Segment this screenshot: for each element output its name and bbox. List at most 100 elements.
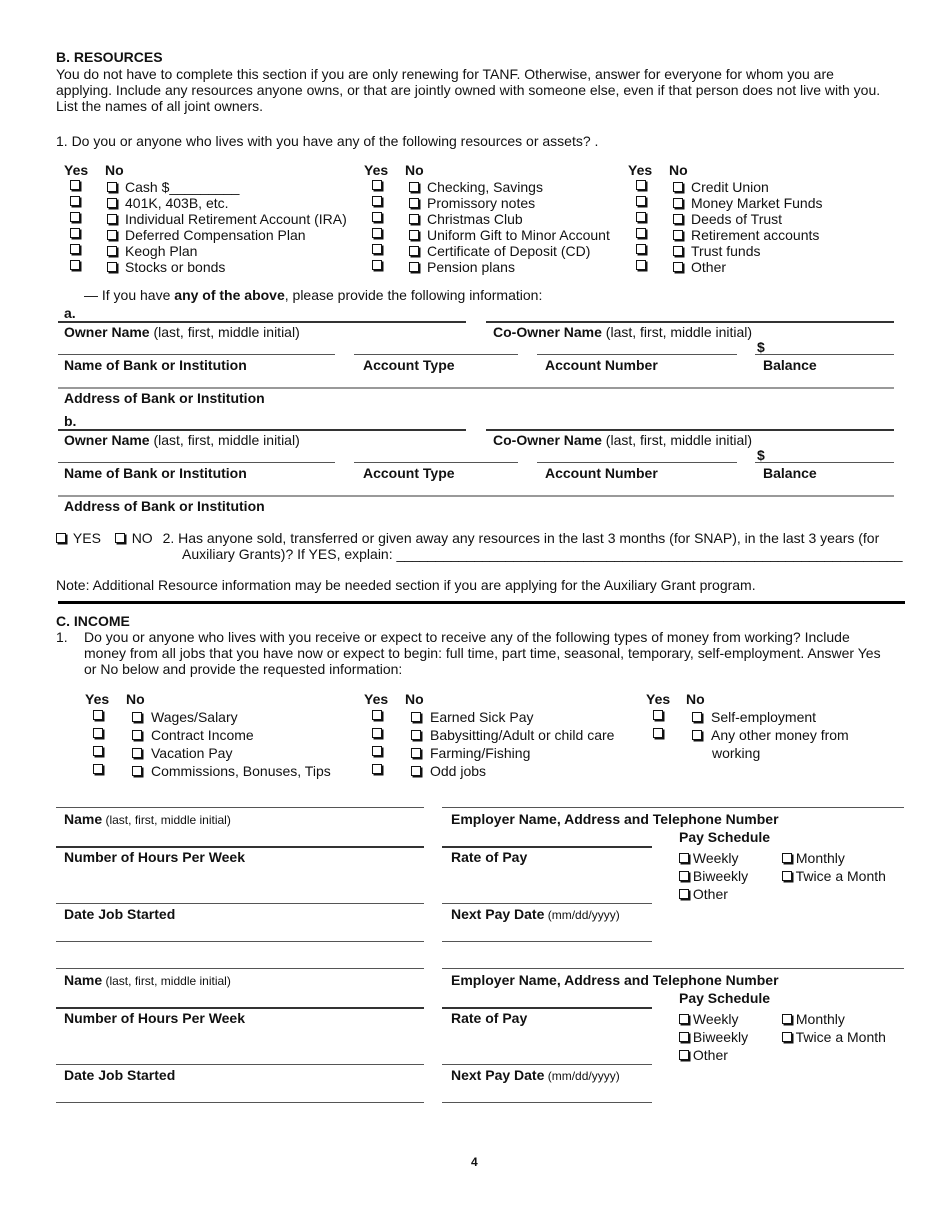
income-yes-checkbox[interactable] — [653, 710, 663, 720]
rate-input[interactable] — [446, 869, 646, 883]
income-yes-checkbox[interactable] — [93, 764, 103, 774]
income-no-checkbox[interactable] — [692, 711, 702, 722]
resource-no-checkbox[interactable] — [409, 261, 419, 272]
income-yes-checkbox[interactable] — [93, 728, 103, 738]
resource-yes-checkbox[interactable] — [70, 228, 80, 238]
resource-no-checkbox[interactable] — [673, 245, 683, 256]
income-no-checkbox[interactable] — [411, 711, 421, 722]
pay-weekly-checkbox[interactable] — [679, 1013, 689, 1024]
income-no-checkbox[interactable] — [411, 747, 421, 758]
income-yes-checkbox[interactable] — [372, 746, 382, 756]
pay-twice-month-checkbox[interactable] — [782, 870, 792, 881]
next-pay-input[interactable] — [446, 924, 646, 938]
pay-biweekly-checkbox[interactable] — [679, 870, 689, 881]
employer-input[interactable] — [446, 829, 646, 843]
resource-yes-checkbox[interactable] — [372, 196, 382, 206]
income-yes-checkbox[interactable] — [372, 728, 382, 738]
resource-no-checkbox[interactable] — [673, 213, 683, 224]
income-no-checkbox[interactable] — [692, 729, 702, 740]
bank-name-input[interactable] — [60, 338, 330, 352]
job-name-input[interactable] — [60, 827, 420, 841]
resource-yes-checkbox[interactable] — [70, 244, 80, 254]
resource-no-checkbox[interactable] — [673, 261, 683, 272]
resource-yes-checkbox[interactable] — [70, 180, 80, 190]
income-no-checkbox[interactable] — [132, 765, 142, 776]
resource-yes-checkbox[interactable] — [372, 244, 382, 254]
balance-input[interactable] — [770, 446, 890, 460]
q2-explain-input[interactable] — [400, 545, 880, 561]
resource-yes-checkbox[interactable] — [636, 180, 646, 190]
income-no-checkbox[interactable] — [132, 711, 142, 722]
income-no-checkbox[interactable] — [411, 765, 421, 776]
pay-monthly-checkbox[interactable] — [782, 1013, 792, 1024]
resource-yes-checkbox[interactable] — [70, 212, 80, 222]
resource-yes-checkbox[interactable] — [636, 196, 646, 206]
coowner-name-input[interactable] — [488, 413, 888, 427]
pay-monthly-checkbox[interactable] — [782, 852, 792, 863]
owner-name-input[interactable] — [60, 413, 460, 427]
resource-no-checkbox[interactable] — [409, 197, 419, 208]
resource-no-checkbox[interactable] — [409, 181, 419, 192]
resource-no-checkbox[interactable] — [673, 181, 683, 192]
resource-yes-checkbox[interactable] — [70, 260, 80, 270]
bank-address-input[interactable] — [60, 371, 890, 385]
account-number-input[interactable] — [539, 446, 733, 460]
resource-no-checkbox[interactable] — [673, 229, 683, 240]
next-pay-input[interactable] — [446, 1085, 646, 1099]
hours-input[interactable] — [60, 1030, 420, 1044]
bank-address-input[interactable] — [60, 479, 890, 493]
resource-yes-checkbox[interactable] — [372, 228, 382, 238]
pay-other-checkbox[interactable] — [679, 888, 689, 899]
resource-no-checkbox[interactable] — [409, 213, 419, 224]
resource-no-checkbox[interactable] — [673, 197, 683, 208]
resource-no-checkbox[interactable] — [409, 229, 419, 240]
resource-item-label: Cash $_________ — [125, 179, 240, 195]
balance-input[interactable] — [770, 338, 890, 352]
pay-other-checkbox[interactable] — [679, 1049, 689, 1060]
resource-no-checkbox[interactable] — [107, 245, 117, 256]
pay-weekly-checkbox[interactable] — [679, 852, 689, 863]
coowner-name-input[interactable] — [488, 305, 888, 319]
resource-yes-checkbox[interactable] — [372, 180, 382, 190]
income-yes-checkbox[interactable] — [372, 710, 382, 720]
resource-no-checkbox[interactable] — [107, 261, 117, 272]
income-yes-checkbox[interactable] — [372, 764, 382, 774]
resource-yes-checkbox[interactable] — [636, 228, 646, 238]
pay-biweekly-checkbox[interactable] — [679, 1031, 689, 1042]
resource-no-checkbox[interactable] — [107, 229, 117, 240]
resource-yes-checkbox[interactable] — [372, 260, 382, 270]
account-number-input[interactable] — [539, 338, 733, 352]
income-yes-checkbox[interactable] — [653, 728, 663, 738]
hours-input[interactable] — [60, 869, 420, 883]
resource-yes-checkbox[interactable] — [636, 212, 646, 222]
q2-yes-checkbox[interactable] — [56, 532, 66, 543]
income-yes-checkbox[interactable] — [93, 746, 103, 756]
pay-option-monthly: Monthly — [782, 1011, 845, 1027]
income-no-checkbox[interactable] — [411, 729, 421, 740]
resource-item: Cash $_________ — [107, 179, 239, 195]
bank-name-input[interactable] — [60, 446, 330, 460]
resource-no-checkbox[interactable] — [107, 181, 117, 192]
income-no-checkbox[interactable] — [132, 729, 142, 740]
date-started-input[interactable] — [60, 1085, 420, 1099]
resource-yes-checkbox[interactable] — [70, 196, 80, 206]
resource-item-label: Uniform Gift to Minor Account — [427, 227, 610, 243]
pay-twice-month-checkbox[interactable] — [782, 1031, 792, 1042]
rate-input[interactable] — [446, 1030, 646, 1044]
job-name-input[interactable] — [60, 988, 420, 1002]
income-yes-checkbox[interactable] — [93, 710, 103, 720]
resource-no-checkbox[interactable] — [107, 213, 117, 224]
resource-item-label: Checking, Savings — [427, 179, 543, 195]
date-started-input[interactable] — [60, 924, 420, 938]
income-no-checkbox[interactable] — [132, 747, 142, 758]
owner-name-input[interactable] — [60, 305, 460, 319]
account-type-input[interactable] — [356, 338, 514, 352]
resource-no-checkbox[interactable] — [107, 197, 117, 208]
resource-yes-checkbox[interactable] — [372, 212, 382, 222]
resource-no-checkbox[interactable] — [409, 245, 419, 256]
resource-yes-checkbox[interactable] — [636, 244, 646, 254]
resource-yes-checkbox[interactable] — [636, 260, 646, 270]
q2-no-checkbox[interactable] — [114, 532, 125, 543]
account-type-input[interactable] — [356, 446, 514, 460]
employer-input[interactable] — [446, 990, 646, 1004]
